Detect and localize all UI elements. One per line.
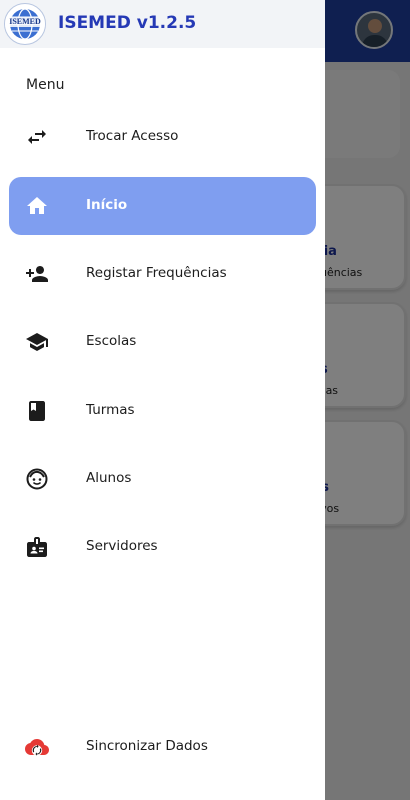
menu-item-turmas[interactable]: Turmas <box>9 382 316 440</box>
child-face-icon <box>26 468 48 490</box>
sync-data-button[interactable]: Sincronizar Dados <box>9 718 316 776</box>
menu-item-label: Trocar Acesso <box>86 128 179 144</box>
graduation-cap-icon <box>26 333 48 351</box>
menu-item-label: Turmas <box>86 402 135 418</box>
swap-arrows-icon <box>28 130 46 144</box>
menu-item-label: Servidores <box>86 538 158 554</box>
menu-item-registar-frequencias[interactable]: Registar Frequências <box>9 245 316 303</box>
app-logo: ISEMED <box>4 3 46 45</box>
menu-item-alunos[interactable]: Alunos <box>9 450 316 508</box>
menu-heading: Menu <box>26 77 65 93</box>
drawer-header: ISEMED ISEMED v1.2.5 <box>0 0 325 48</box>
menu-item-escolas[interactable]: Escolas <box>9 313 316 371</box>
logo-text: ISEMED <box>5 17 45 27</box>
book-icon <box>29 401 45 421</box>
app-title: ISEMED v1.2.5 <box>58 13 197 33</box>
navigation-drawer: ISEMED ISEMED v1.2.5 Menu Trocar Acesso … <box>0 0 325 800</box>
menu-item-label: Alunos <box>86 470 132 486</box>
menu-item-label: Escolas <box>86 333 137 349</box>
home-icon <box>27 197 47 214</box>
sync-data-label: Sincronizar Dados <box>86 738 208 754</box>
cloud-sync-icon <box>25 739 49 756</box>
menu-item-label: Registar Frequências <box>86 265 227 281</box>
menu-item-trocar-acesso[interactable]: Trocar Acesso <box>9 108 316 166</box>
menu-item-servidores[interactable]: Servidores <box>9 518 316 576</box>
menu-item-label: Início <box>86 197 128 213</box>
menu-item-inicio[interactable]: Início <box>9 177 316 235</box>
id-badge-icon <box>27 537 47 557</box>
person-add-icon <box>26 266 48 282</box>
